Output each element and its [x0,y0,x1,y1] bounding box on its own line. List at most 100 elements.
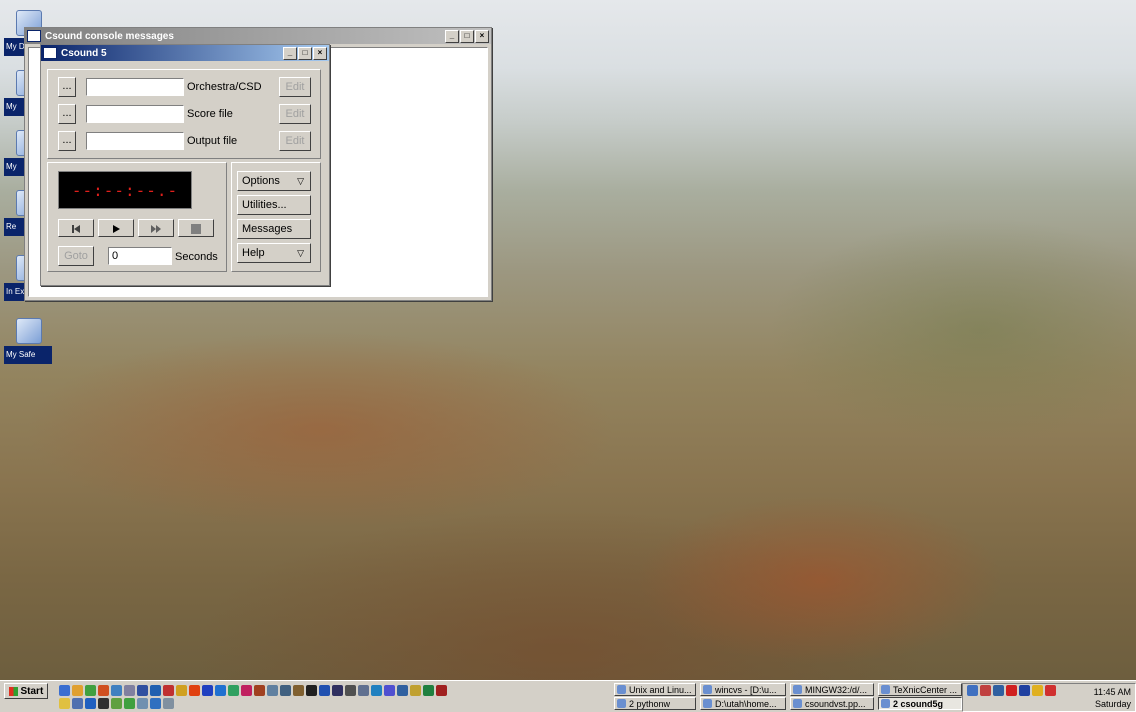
quick-launch-icon[interactable] [85,698,96,709]
output-edit-button[interactable]: Edit [279,131,311,151]
task-mingw32[interactable]: MINGW32:/d/... [790,683,874,696]
help-button[interactable]: Help ▽ [237,243,311,263]
quick-launch-icon[interactable] [293,685,304,696]
quick-launch-icon[interactable] [98,698,109,709]
task-d-utah-home[interactable]: D:\utah\home... [700,697,786,710]
orchestra-file-input[interactable] [86,78,184,96]
quick-launch-icon[interactable] [176,685,187,696]
dropdown-arrow-icon: ▽ [297,248,304,258]
fast-forward-icon [151,225,161,233]
quick-launch-icon[interactable] [85,685,96,696]
start-button[interactable]: Start [4,683,48,699]
quick-launch-icon[interactable] [202,685,213,696]
score-file-input[interactable] [86,105,184,123]
quick-launch-icon[interactable] [267,685,278,696]
quick-launch-icon[interactable] [150,698,161,709]
tray-icon[interactable] [1006,685,1017,696]
quick-launch-icon[interactable] [371,685,382,696]
csound-titlebar[interactable]: Csound 5 _ □ × [41,45,329,61]
quick-launch-icon[interactable] [137,698,148,709]
quick-launch-icon[interactable] [423,685,434,696]
fast-forward-button[interactable] [138,219,174,237]
quick-launch-icon[interactable] [137,685,148,696]
desktop-icon-my-safe[interactable]: My Safe [4,318,54,364]
start-label: Start [20,686,44,697]
tray-icon[interactable] [993,685,1004,696]
minimize-button[interactable]: _ [283,46,297,60]
quick-launch-icon[interactable] [241,685,252,696]
task-csoundvst[interactable]: csoundvst.pp... [790,697,874,710]
quick-launch-icon[interactable] [124,685,135,696]
stop-button[interactable] [178,219,214,237]
tray-icon[interactable] [980,685,991,696]
score-file-label: Score file [187,108,233,120]
clock-day: Saturday [1094,699,1131,709]
quick-launch-icon[interactable] [98,685,109,696]
quick-launch-icon[interactable] [254,685,265,696]
window-icon [43,47,57,59]
task-texniccenter[interactable]: TeXnicCenter ... [878,683,962,696]
quick-launch-icon[interactable] [280,685,291,696]
quick-launch-icon[interactable] [306,685,317,696]
maximize-button[interactable]: □ [460,29,474,43]
tray-icon[interactable] [1019,685,1030,696]
windows-logo-icon [8,686,18,696]
quick-launch-icon[interactable] [345,685,356,696]
console-window-title: Csound console messages [45,30,174,42]
output-file-label: Output file [187,135,238,147]
quick-launch-icon[interactable] [59,698,70,709]
quick-launch-icon[interactable] [124,698,135,709]
orchestra-edit-button[interactable]: Edit [279,77,311,97]
close-button[interactable]: × [313,46,327,60]
utilities-button[interactable]: Utilities... [237,195,311,215]
seconds-label: Seconds [175,251,218,263]
quick-launch-icon[interactable] [72,698,83,709]
close-button[interactable]: × [475,29,489,43]
clock-time[interactable]: 11:45 AM [1094,687,1131,697]
quick-launch-icon[interactable] [111,685,122,696]
task-unix-and-linux[interactable]: Unix and Linu... [614,683,696,696]
quick-launch-icon[interactable] [215,685,226,696]
quick-launch-icon[interactable] [150,685,161,696]
tray-icon[interactable] [1045,685,1056,696]
task-wincvs[interactable]: wincvs - [D:\u... [700,683,786,696]
stop-icon [191,224,201,234]
quick-launch-icon[interactable] [436,685,447,696]
tray-icon[interactable] [967,685,978,696]
quick-launch-icon[interactable] [163,685,174,696]
orchestra-browse-button[interactable]: ... [58,77,76,97]
console-titlebar[interactable]: Csound console messages _ □ × [25,28,491,44]
play-button[interactable] [98,219,134,237]
quick-launch-icon[interactable] [410,685,421,696]
options-button[interactable]: Options ▽ [237,171,311,191]
system-tray: 11:45 AM Saturday [962,683,1136,712]
quick-launch-icon[interactable] [332,685,343,696]
rewind-button[interactable] [58,219,94,237]
quick-launch-icon[interactable] [358,685,369,696]
quick-launch-icon[interactable] [111,698,122,709]
output-browse-button[interactable]: ... [58,131,76,151]
quick-launch-icon[interactable] [163,698,174,709]
dropdown-arrow-icon: ▽ [297,176,304,186]
task-csound5g[interactable]: 2 csound5g [878,697,962,710]
messages-button[interactable]: Messages [237,219,311,239]
task-pythonw[interactable]: 2 pythonw [614,697,696,710]
goto-button[interactable]: Goto [58,246,94,266]
quick-launch-icon[interactable] [59,685,70,696]
quick-launch-icon[interactable] [228,685,239,696]
quick-launch-icon[interactable] [319,685,330,696]
tray-icon[interactable] [1032,685,1043,696]
minimize-button[interactable]: _ [445,29,459,43]
quick-launch-icon[interactable] [384,685,395,696]
score-browse-button[interactable]: ... [58,104,76,124]
seconds-input[interactable]: 0 [108,247,172,265]
output-file-input[interactable] [86,132,184,150]
options-label: Options [242,175,280,187]
score-edit-button[interactable]: Edit [279,104,311,124]
maximize-button[interactable]: □ [298,46,312,60]
play-icon [113,225,120,233]
quick-launch-icon[interactable] [189,685,200,696]
quick-launch-icon[interactable] [397,685,408,696]
quick-launch-icon[interactable] [72,685,83,696]
window-icon [27,30,41,42]
